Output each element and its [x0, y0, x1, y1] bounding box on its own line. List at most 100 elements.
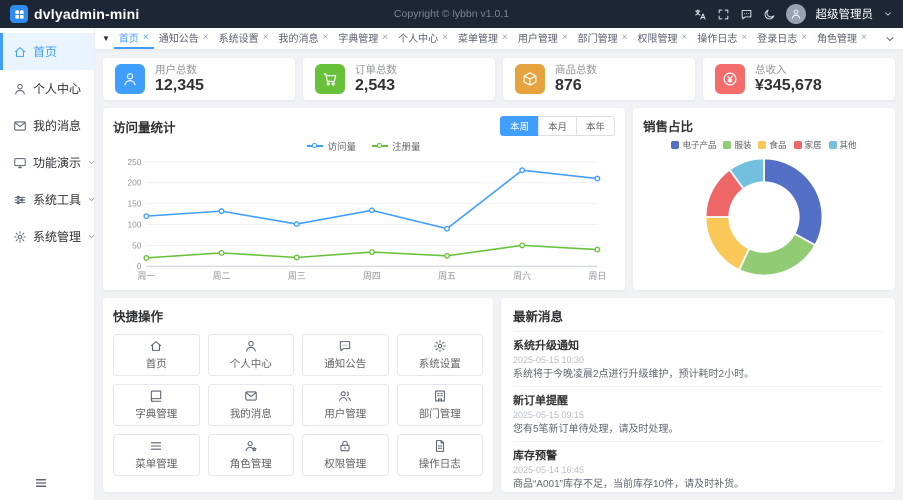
quick-action-3[interactable]: 系统设置	[396, 334, 483, 376]
close-icon[interactable]: ×	[442, 32, 448, 43]
range-button-0[interactable]: 本周	[499, 116, 539, 136]
tabbar-more-chevron-icon[interactable]	[884, 33, 896, 45]
range-button-2[interactable]: 本年	[575, 116, 615, 136]
tab-6[interactable]: 菜单管理 ×	[453, 28, 513, 49]
svg-text:周四: 周四	[363, 271, 381, 281]
sidebar-item-3[interactable]: 功能演示	[0, 144, 94, 181]
quick-action-label: 首页	[145, 358, 167, 370]
quick-action-6[interactable]: 用户管理	[302, 384, 389, 426]
sidebar-item-5[interactable]: 系统管理	[0, 218, 94, 255]
tab-4[interactable]: 字典管理 ×	[333, 28, 393, 49]
quick-action-label: 操作日志	[418, 458, 461, 470]
stat-label: 商品总数	[555, 64, 597, 77]
legend-label: 家居	[804, 140, 822, 150]
tab-2[interactable]: 系统设置 ×	[214, 28, 274, 49]
legend-swatch-icon	[793, 141, 802, 149]
sidebar-item-2[interactable]: 我的消息	[0, 107, 94, 144]
sidebar-item-4[interactable]: 系统工具	[0, 181, 94, 218]
tab-3[interactable]: 我的消息 ×	[273, 28, 333, 49]
close-icon[interactable]: ×	[562, 32, 568, 43]
news-content: 您有5笔新订单待处理，请及时处理。	[513, 424, 679, 435]
close-icon[interactable]: ×	[861, 32, 867, 43]
range-button-1[interactable]: 本月	[537, 116, 577, 136]
user-icon	[13, 82, 27, 96]
stat-label: 用户总数	[155, 64, 197, 77]
close-icon[interactable]: ×	[382, 32, 388, 43]
mail-icon	[244, 389, 258, 403]
moon-icon[interactable]	[763, 8, 776, 21]
doc-icon	[433, 439, 447, 453]
building-icon	[433, 389, 447, 403]
hamburger-icon	[34, 476, 48, 490]
quick-action-0[interactable]: 首页	[113, 334, 200, 376]
charts-row: 访问量统计 本周 本月 本年 访问量 注册量 0 50 100 150 200 250 周一 周二 周…	[103, 108, 895, 290]
svg-text:周五: 周五	[438, 271, 456, 281]
tab-label: 菜单管理	[457, 34, 498, 45]
sidebar-menu: 首页 个人中心 我的消息功能演示系统工具 系统管理	[0, 28, 94, 466]
close-icon[interactable]: ×	[502, 32, 508, 43]
tab-5[interactable]: 个人中心 ×	[393, 28, 453, 49]
close-icon[interactable]: ×	[322, 32, 328, 43]
quick-action-4[interactable]: 字典管理	[113, 384, 200, 426]
visit-stats-title: 访问量统计	[113, 120, 176, 135]
tab-label: 角色管理	[817, 34, 858, 45]
tabs-dropdown-caret-icon[interactable]: ▼	[102, 34, 110, 43]
tab-1[interactable]: 通知公告 ×	[154, 28, 214, 49]
legend-item[interactable]: 家居	[793, 139, 822, 151]
tab-label: 通知公告	[158, 34, 199, 45]
tab-10[interactable]: 操作日志 ×	[692, 28, 752, 49]
close-icon[interactable]: ×	[682, 32, 688, 43]
translate-icon[interactable]	[694, 8, 707, 21]
svg-text:100: 100	[128, 219, 142, 229]
stat-label: 订单总数	[355, 64, 397, 77]
money-icon	[715, 64, 745, 94]
close-icon[interactable]: ×	[203, 32, 209, 43]
chevron-down-icon	[87, 158, 96, 167]
tab-8[interactable]: 部门管理 ×	[573, 28, 633, 49]
legend-item[interactable]: 电子产品	[671, 139, 716, 151]
legend-label: 电子产品	[682, 140, 717, 150]
tab-0[interactable]: 首页 ×	[113, 28, 154, 49]
sales-pie-title: 销售占比	[643, 120, 694, 134]
quick-action-10[interactable]: 权限管理	[302, 434, 389, 476]
tab-7[interactable]: 用户管理 ×	[513, 28, 573, 49]
fullscreen-icon[interactable]	[717, 8, 730, 21]
quick-action-5[interactable]: 我的消息	[207, 384, 294, 426]
legend-item[interactable]: 注册量	[372, 139, 421, 153]
quick-action-9[interactable]: 角色管理	[207, 434, 294, 476]
legend-item[interactable]: 食品	[758, 139, 787, 151]
username[interactable]: 超级管理员	[816, 6, 874, 22]
quick-action-2[interactable]: 通知公告	[302, 334, 389, 376]
news-content: 系统将于今晚凌晨2点进行升级维护，预计耗时2小时。	[513, 369, 755, 380]
quick-action-7[interactable]: 部门管理	[396, 384, 483, 426]
close-icon[interactable]: ×	[741, 32, 747, 43]
quick-action-8[interactable]: 菜单管理	[113, 434, 200, 476]
close-icon[interactable]: ×	[143, 32, 149, 43]
brand: dvlyadmin-mini	[10, 5, 139, 23]
tab-9[interactable]: 权限管理 ×	[633, 28, 693, 49]
quick-action-1[interactable]: 个人中心	[207, 334, 294, 376]
tab-11[interactable]: 登录日志 ×	[752, 28, 812, 49]
quick-action-11[interactable]: 操作日志	[396, 434, 483, 476]
sidebar-item-0[interactable]: 首页	[0, 33, 94, 70]
tab-label: 字典管理	[338, 34, 379, 45]
legend-item[interactable]: 服装	[723, 139, 751, 151]
quick-actions-grid: 首页 个人中心 通知公告 系统设置字典管理 我的消息 用户管理 部门管理菜单管理 角色管理 权限…	[113, 334, 483, 476]
tab-12[interactable]: 角色管理 ×	[812, 28, 872, 49]
quick-actions-title: 快捷操作	[113, 310, 164, 324]
close-icon[interactable]: ×	[263, 32, 269, 43]
sidebar-item-1[interactable]: 个人中心	[0, 70, 94, 107]
close-icon[interactable]: ×	[622, 32, 628, 43]
sidebar-item-label: 功能演示	[33, 156, 82, 170]
chat-icon[interactable]	[740, 8, 753, 21]
legend-item[interactable]: 其他	[828, 139, 857, 151]
avatar[interactable]	[785, 4, 806, 24]
sidebar-collapse-button[interactable]	[0, 466, 94, 500]
legend-swatch-icon	[828, 141, 837, 149]
quick-action-label: 权限管理	[324, 458, 367, 470]
close-icon[interactable]: ×	[801, 32, 807, 43]
legend-item[interactable]: 访问量	[307, 139, 356, 153]
chevron-down-icon[interactable]	[883, 9, 893, 19]
chevron-down-icon	[87, 195, 96, 204]
legend-marker-icon	[307, 143, 324, 149]
